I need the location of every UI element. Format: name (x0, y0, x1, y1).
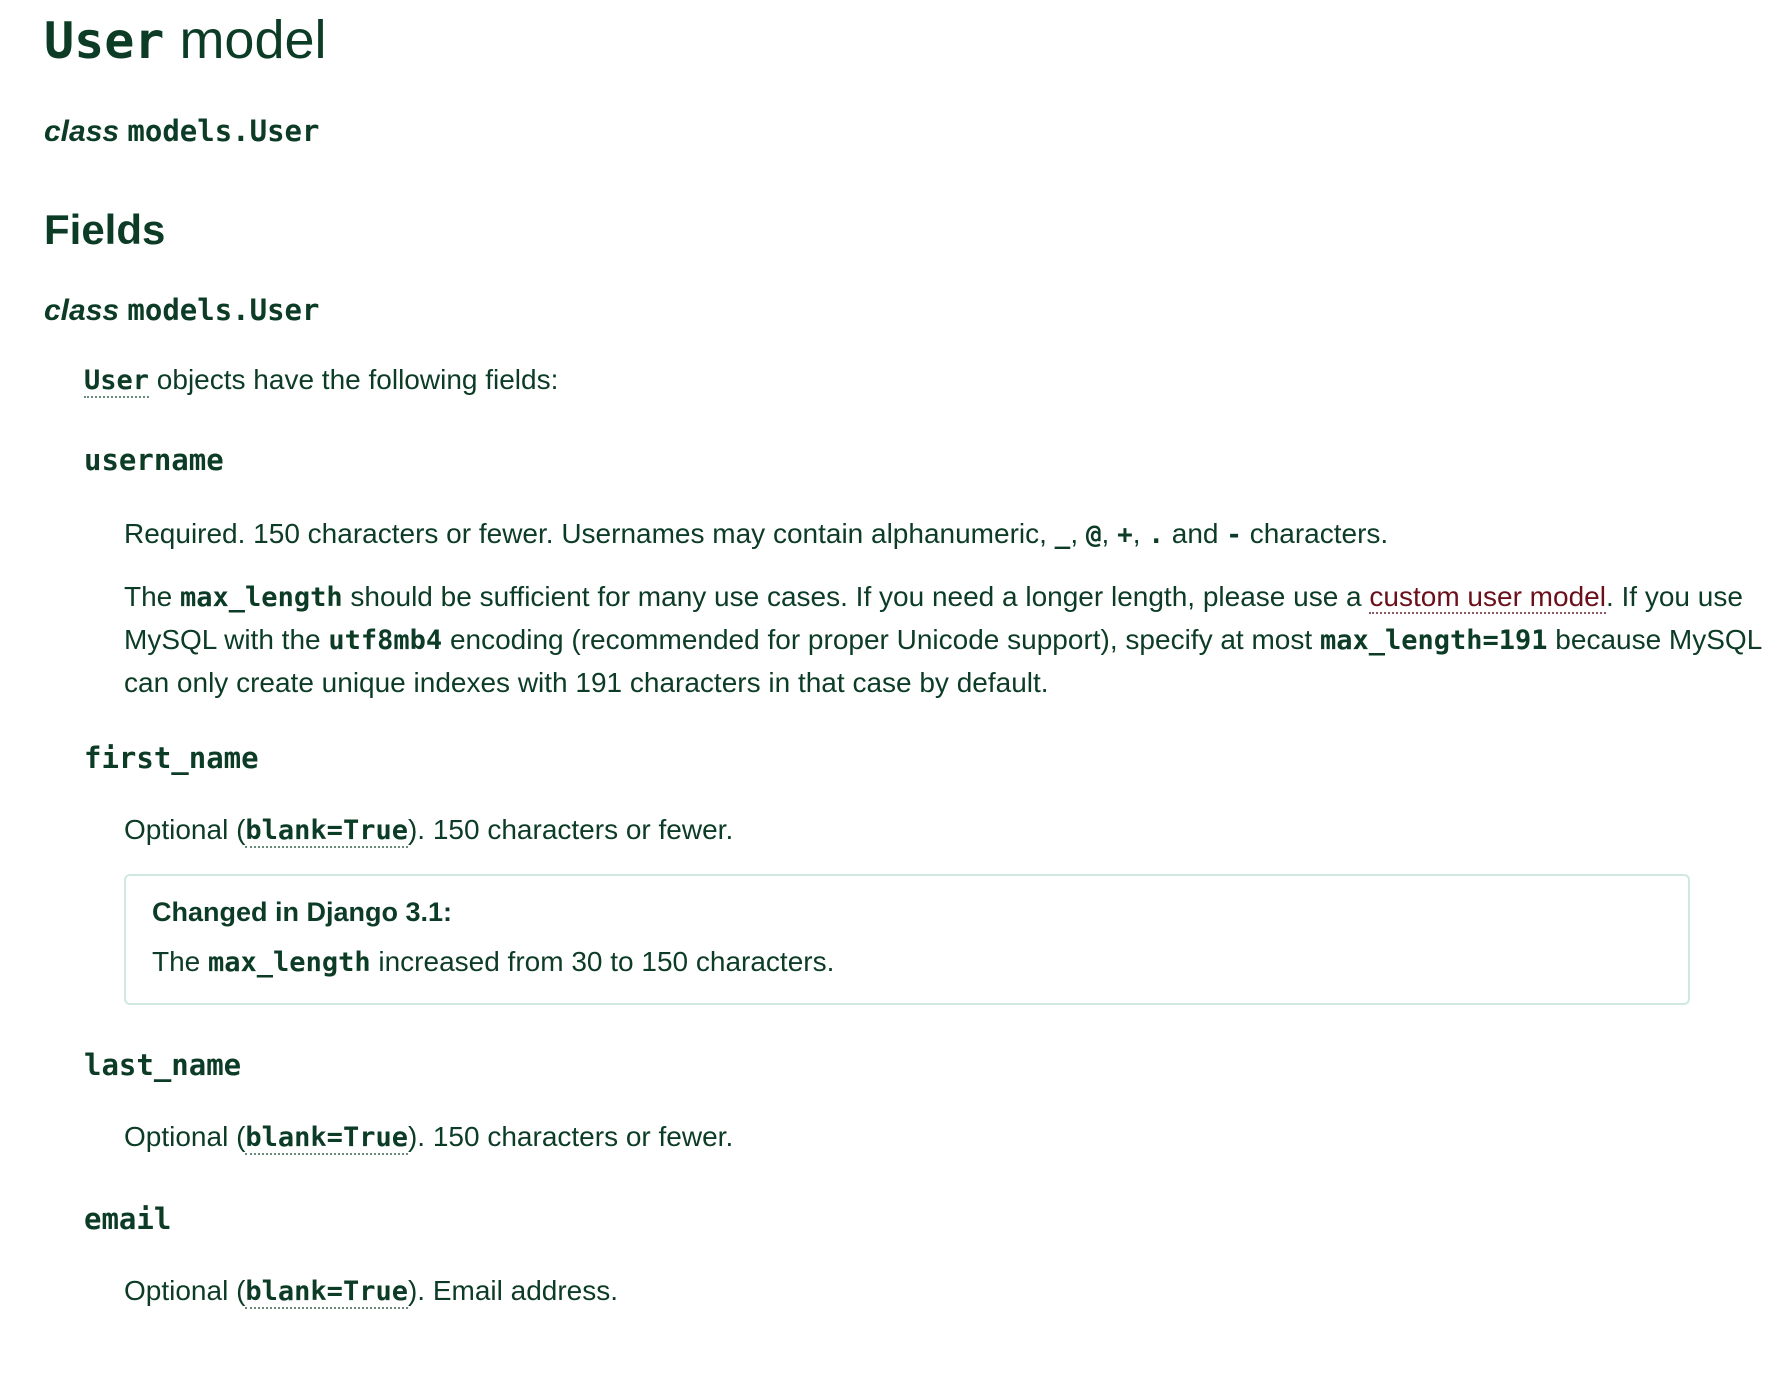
custom-user-model-link[interactable]: custom user model (1369, 581, 1606, 614)
fields-heading: Fields (44, 206, 166, 253)
blank-true-link[interactable]: blank=True (245, 815, 408, 848)
username-required-text: Required. 150 characters or fewer. Usern… (124, 518, 1389, 550)
first-name-text: Optional (blank=True). 150 characters or… (124, 814, 734, 848)
last-name-text: Optional (blank=True). 150 characters or… (124, 1121, 734, 1155)
class-name: models.User (127, 293, 320, 327)
inline-code: + (1117, 520, 1133, 550)
username-description: The max_length should be sufficient for … (124, 581, 1762, 698)
attr-first-name: first_name (84, 704, 1772, 779)
inline-code: . (1148, 520, 1164, 550)
class-declaration-fields: class models.User (44, 256, 1772, 331)
version-changed-note: Changed in Django 3.1: The max_length in… (124, 874, 1690, 1005)
note-body: The max_length increased from 30 to 150 … (152, 946, 835, 978)
attr-name: last_name (84, 1048, 242, 1082)
inline-code: max_length (208, 947, 371, 978)
note-title: Changed in Django 3.1: (152, 897, 453, 927)
page-title: User model (44, 0, 1772, 73)
doc-page: User model class models.User Fields clas… (0, 0, 1772, 1374)
title-text: model (179, 10, 327, 70)
blank-true-link[interactable]: blank=True (245, 1276, 408, 1309)
blank-true-link[interactable]: blank=True (245, 1122, 408, 1155)
attr-last-name: last_name (84, 1005, 1772, 1086)
class-name: models.User (127, 114, 320, 148)
class-declaration: class models.User (44, 73, 1772, 152)
fields-intro: User objects have the following fields: (84, 331, 1772, 402)
attr-username: username (84, 402, 1772, 481)
user-class-link[interactable]: User (84, 365, 150, 398)
inline-code: utf8mb4 (328, 625, 443, 656)
attr-first-name-body: Optional (blank=True). 150 characters or… (84, 779, 1772, 1005)
attr-last-name-body: Optional (blank=True). 150 characters or… (84, 1086, 1772, 1159)
title-code: User (44, 12, 165, 70)
class-keyword: class (44, 294, 120, 327)
class-body: User objects have the following fields: … (44, 331, 1772, 1313)
email-text: Optional (blank=True). Email address. (124, 1275, 619, 1309)
inline-code: max_length=191 (1319, 625, 1548, 656)
attr-email: email (84, 1159, 1772, 1240)
attr-email-body: Optional (blank=True). Email address. (84, 1240, 1772, 1313)
inline-code: _ (1054, 520, 1071, 550)
inline-code: max_length (180, 582, 343, 613)
attr-name: email (84, 1202, 172, 1236)
intro-text: objects have the following fields: (149, 364, 559, 395)
attr-username-body: Required. 150 characters or fewer. Usern… (84, 481, 1772, 704)
inline-code: @ (1085, 520, 1102, 550)
class-keyword: class (44, 115, 120, 148)
attr-name: first_name (84, 741, 259, 775)
attr-name: username (84, 443, 224, 477)
inline-code: - (1226, 520, 1242, 550)
